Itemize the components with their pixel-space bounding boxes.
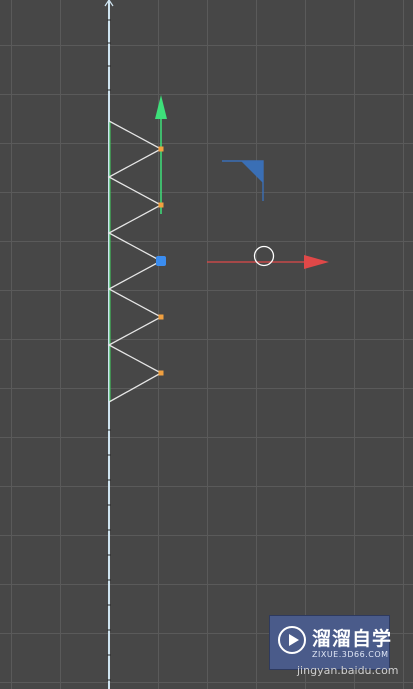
watermark-title: 溜溜自学: [312, 628, 393, 650]
spline-point[interactable]: [158, 370, 164, 376]
spline-point[interactable]: [158, 146, 164, 152]
z-plane-handle[interactable]: [222, 160, 264, 201]
play-icon: [278, 626, 306, 654]
spline-point[interactable]: [158, 314, 164, 320]
selected-spline-point[interactable]: [156, 256, 166, 266]
viewport-3d[interactable]: 溜溜自学 ZIXUE.3D66.COM jingyan.baidu.com: [0, 0, 413, 689]
y-axis-arrow[interactable]: [155, 95, 167, 214]
watermark-jingyan: jingyan.baidu.com: [297, 664, 399, 677]
circle-cursor-icon: [253, 245, 275, 267]
watermark-badge: 溜溜自学 ZIXUE.3D66.COM: [269, 615, 393, 670]
x-axis-arrow[interactable]: [207, 255, 329, 269]
spline-point[interactable]: [158, 202, 164, 208]
watermark-url: ZIXUE.3D66.COM: [312, 650, 389, 659]
zigzag-spline[interactable]: [107, 120, 163, 403]
